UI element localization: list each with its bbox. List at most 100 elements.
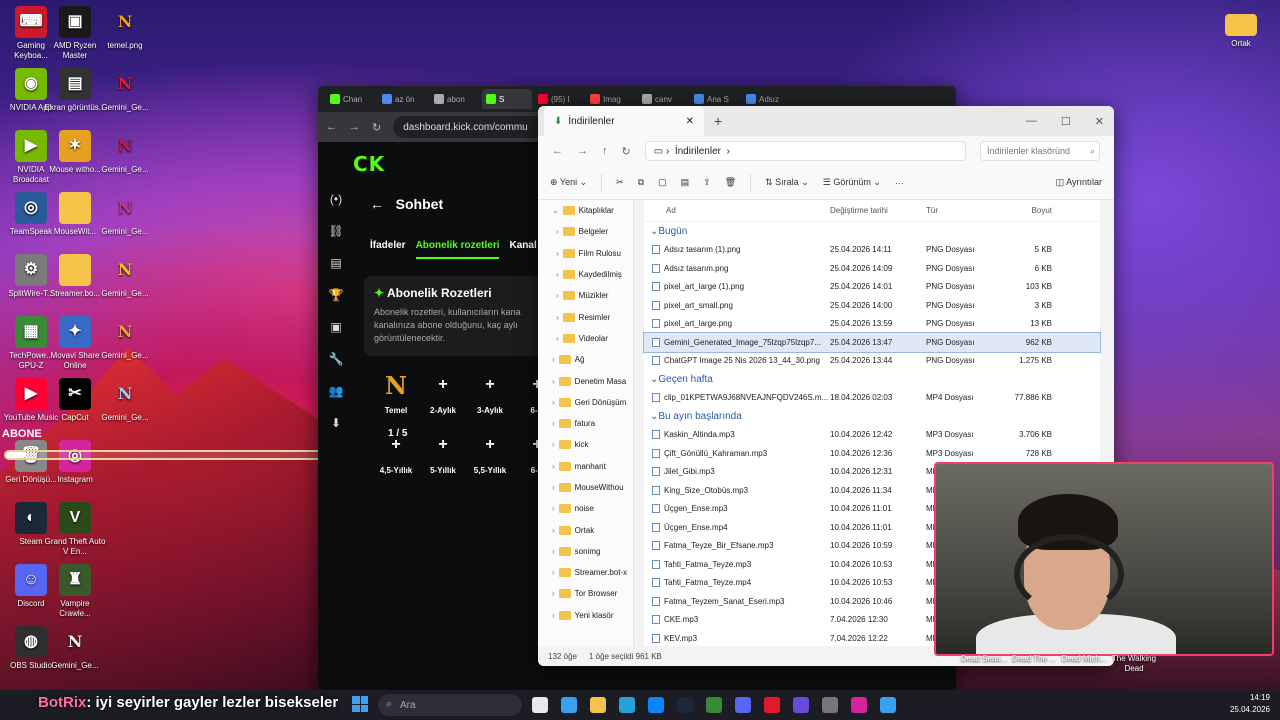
back-arrow-icon[interactable]: ←	[370, 196, 388, 212]
reload-icon[interactable]: ↻	[372, 121, 381, 134]
nav-pane-item[interactable]: › Streamer.bot-x	[538, 562, 633, 583]
nav-pane-item[interactable]: › Film Rulosu	[538, 243, 633, 264]
search-input[interactable]: İndirilenler klasöründ ⌕	[980, 141, 1100, 161]
file-row[interactable]: Adsız tasarım.png 25.04.2026 14:09 PNG Dos…	[644, 259, 1100, 278]
taskbar-app-icon[interactable]	[706, 697, 722, 713]
desktop-icon-label[interactable]: Dead Seas...	[960, 654, 1008, 664]
browser-tab[interactable]: abon	[430, 89, 480, 109]
chevron-right-icon[interactable]: ›	[552, 589, 555, 598]
taskbar-app-icon[interactable]	[532, 697, 548, 713]
desktop-icon[interactable]: V Grand Theft Auto V En...	[44, 502, 106, 557]
more-button[interactable]: ···	[895, 178, 904, 188]
taskbar-app-icon[interactable]	[619, 697, 635, 713]
column-name[interactable]: Ad	[644, 206, 830, 215]
taskbar-app-icon[interactable]	[561, 697, 577, 713]
kick-nav-icon[interactable]: ▤	[318, 256, 354, 274]
chevron-right-icon[interactable]: ›	[552, 440, 555, 449]
kick-nav-icon[interactable]: ▣	[318, 320, 354, 338]
file-row[interactable]: pixel_art_small.png 25.04.2026 14:00 PNG D…	[644, 296, 1100, 315]
browser-tab[interactable]: Chan	[326, 89, 376, 109]
nav-pane-item[interactable]: › Geri Dönüşüm	[538, 392, 633, 413]
taskbar-app-icon[interactable]	[851, 697, 867, 713]
taskbar-app-icon[interactable]	[590, 697, 606, 713]
chevron-right-icon[interactable]: ›	[552, 568, 555, 577]
badge-slot[interactable]: +5-Yıllık	[423, 430, 463, 475]
badge-slot[interactable]: N Temel	[376, 370, 416, 416]
group-header[interactable]: ⌄ Bugün	[644, 222, 1100, 241]
desktop-icon[interactable]: N Gemini_Ge...	[94, 68, 156, 113]
clock[interactable]: 14:19 25.04.2026	[1230, 692, 1270, 716]
kick-nav-icon[interactable]: (•)	[318, 192, 354, 210]
close-icon[interactable]: ✕	[1095, 115, 1104, 128]
taskbar-app-icon[interactable]	[764, 697, 780, 713]
chevron-right-icon[interactable]: ›	[556, 313, 559, 322]
nav-pane-item[interactable]: › Resimler	[538, 306, 633, 327]
column-type[interactable]: Tür	[926, 206, 1006, 215]
kick-nav-icon[interactable]: ⛓	[318, 224, 354, 242]
nav-pane-item[interactable]: › Müzikler	[538, 285, 633, 306]
file-row[interactable]: Kaskin_Altinda.mp3 10.04.2026 12:42 MP3 Do…	[644, 426, 1100, 445]
taskbar-app-icon[interactable]	[793, 697, 809, 713]
chevron-right-icon[interactable]: ›	[556, 227, 559, 236]
close-tab-icon[interactable]: ✕	[686, 116, 694, 127]
maximize-icon[interactable]: ☐	[1061, 115, 1071, 128]
file-row[interactable]: clip_01KPETWA9J68NVEAJNFQDV246S.m... 18.0…	[644, 389, 1100, 408]
taskbar-app-icon[interactable]	[880, 697, 896, 713]
refresh-icon[interactable]: ↻	[622, 145, 631, 158]
file-row[interactable]: Adsız tasarım (1).png 25.04.2026 14:11 PNG…	[644, 241, 1100, 260]
minimize-icon[interactable]: —	[1026, 115, 1037, 128]
nav-pane-item[interactable]: › Ortak	[538, 519, 633, 540]
nav-pane-item[interactable]: › Videolar	[538, 328, 633, 349]
nav-pane-item[interactable]: › fatura	[538, 413, 633, 434]
copy-icon[interactable]: ⧉	[638, 177, 644, 188]
back-icon[interactable]: ←	[552, 145, 563, 157]
nav-pane-item[interactable]: › noise	[538, 498, 633, 519]
badge-slot[interactable]: +2-Aylık	[423, 370, 463, 415]
nav-pane-item[interactable]: › Tor Browser	[538, 583, 633, 604]
column-modified[interactable]: Değiştirme tarihi	[830, 206, 926, 215]
desktop-icon-label[interactable]: The Walking Dead	[1110, 654, 1158, 674]
forward-icon[interactable]: →	[349, 121, 360, 133]
desktop-icon-ortak[interactable]: Ortak	[1210, 8, 1272, 49]
up-icon[interactable]: ↑	[602, 145, 608, 157]
new-button[interactable]: ⊕ Yeni ⌄	[550, 177, 587, 188]
tab-ifadeler[interactable]: İfadeler	[370, 240, 406, 259]
address-bar[interactable]: ▭ › İndirilenler ›	[644, 141, 966, 161]
browser-tab[interactable]: az ön	[378, 89, 428, 109]
kick-nav-icon[interactable]: 🏆	[318, 288, 354, 306]
taskbar-app-icon[interactable]	[822, 697, 838, 713]
chevron-right-icon[interactable]: ›	[552, 419, 555, 428]
paste-icon[interactable]: ▢	[658, 177, 667, 188]
nav-pane-item[interactable]: › kick	[538, 434, 633, 455]
taskbar-search[interactable]: Ara	[378, 694, 522, 716]
column-size[interactable]: Boyut	[1006, 206, 1052, 215]
explorer-tab[interactable]: ⬇ İndirilenler ✕	[544, 106, 704, 136]
nav-pane-item[interactable]: › Yeni klasör	[538, 605, 633, 626]
taskbar-app-icon[interactable]	[648, 697, 664, 713]
file-row[interactable]: ChatGPT Image 25 Nis 2026 13_44_30.png 25…	[644, 352, 1100, 371]
nav-pane-item[interactable]: › sonimg	[538, 541, 633, 562]
forward-icon[interactable]: →	[577, 145, 588, 157]
chevron-right-icon[interactable]: ›	[556, 270, 559, 279]
tab-abonelik-rozetleri[interactable]: Abonelik rozetleri	[415, 240, 500, 259]
cut-icon[interactable]: ✂	[616, 177, 624, 188]
chevron-right-icon[interactable]: ⌄	[552, 206, 559, 215]
desktop-icon[interactable]: N Gemini_Ge...	[94, 130, 156, 175]
kick-nav-icon[interactable]: 🔧	[318, 352, 354, 370]
kick-nav-icon[interactable]: 👥	[318, 384, 354, 402]
chevron-right-icon[interactable]: ›	[552, 526, 555, 535]
file-row[interactable]: pixel_art_large (1).png 25.04.2026 14:01 P…	[644, 278, 1100, 297]
desktop-icon-label[interactable]: Dead Mich...	[1060, 654, 1108, 664]
desktop-icon-label[interactable]: Dead The ...	[1010, 654, 1058, 664]
nav-pane-item[interactable]: › Belgeler	[538, 221, 633, 242]
new-tab-icon[interactable]: +	[714, 113, 722, 129]
start-icon[interactable]	[352, 696, 368, 712]
chevron-right-icon[interactable]: ›	[552, 547, 555, 556]
chevron-right-icon[interactable]: ›	[552, 355, 555, 364]
chevron-right-icon[interactable]: ›	[552, 504, 555, 513]
chevron-right-icon[interactable]: ›	[556, 291, 559, 300]
chevron-right-icon[interactable]: ›	[556, 249, 559, 258]
back-icon[interactable]: ←	[326, 121, 337, 133]
desktop-icon[interactable]: Ntemel.png	[94, 6, 156, 51]
taskbar-app-icon[interactable]	[677, 697, 693, 713]
